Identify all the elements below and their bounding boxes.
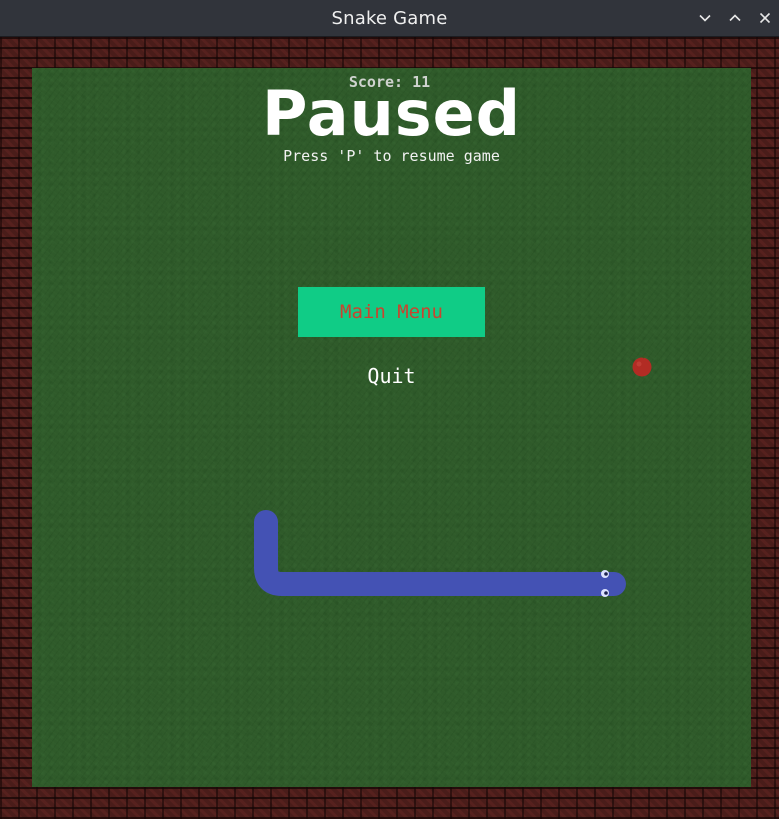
window-title: Snake Game (331, 8, 448, 29)
apple-food (632, 356, 652, 377)
paused-heading: Paused (261, 77, 522, 150)
quit-button[interactable]: Quit (298, 360, 485, 392)
chevron-down-icon (699, 14, 711, 22)
grass-playfield (32, 68, 751, 787)
resume-hint: Press 'P' to resume game (283, 147, 500, 165)
close-icon (759, 12, 771, 24)
main-menu-button[interactable]: Main Menu (298, 287, 485, 337)
title-bar: Snake Game (0, 0, 779, 37)
chevron-up-icon (729, 14, 741, 22)
game-window: Snake Game Score: 11 Paused Press 'P' to… (0, 0, 779, 819)
close-button[interactable] (756, 9, 774, 27)
minimize-button[interactable] (696, 9, 714, 27)
maximize-button[interactable] (726, 9, 744, 27)
